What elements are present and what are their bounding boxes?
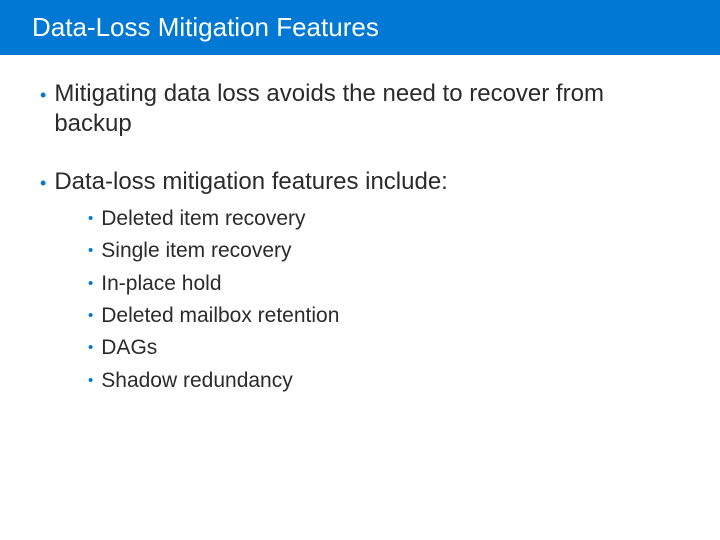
sub-bullet-item: • Deleted mailbox retention bbox=[88, 302, 680, 330]
slide-title: Data-Loss Mitigation Features bbox=[32, 12, 379, 42]
sub-bullet-item: • In-place hold bbox=[88, 270, 680, 298]
bullet-dot-icon: • bbox=[88, 372, 93, 389]
bullet-dot-icon: • bbox=[40, 173, 46, 194]
sub-bullet-item: • Deleted item recovery bbox=[88, 205, 680, 233]
bullet-dot-icon: • bbox=[40, 85, 46, 106]
sub-bullet-text: In-place hold bbox=[101, 270, 680, 298]
sub-bullet-item: • DAGs bbox=[88, 334, 680, 362]
bullet-dot-icon: • bbox=[88, 307, 93, 324]
sub-bullet-text: Deleted item recovery bbox=[101, 205, 680, 233]
bullet-text: Mitigating data loss avoids the need to … bbox=[54, 79, 680, 139]
sub-bullet-item: • Shadow redundancy bbox=[88, 367, 680, 395]
bullet-dot-icon: • bbox=[88, 275, 93, 292]
slide-content: • Mitigating data loss avoids the need t… bbox=[0, 55, 720, 423]
bullet-dot-icon: • bbox=[88, 210, 93, 227]
bullet-item: • Data-loss mitigation features include: bbox=[40, 167, 680, 197]
sub-bullet-text: Shadow redundancy bbox=[101, 367, 680, 395]
bullet-text: Data-loss mitigation features include: bbox=[54, 167, 680, 197]
bullet-dot-icon: • bbox=[88, 339, 93, 356]
sub-bullet-list: • Deleted item recovery • Single item re… bbox=[88, 205, 680, 395]
sub-bullet-text: Deleted mailbox retention bbox=[101, 302, 680, 330]
bullet-dot-icon: • bbox=[88, 242, 93, 259]
bullet-item: • Mitigating data loss avoids the need t… bbox=[40, 79, 680, 139]
sub-bullet-text: Single item recovery bbox=[101, 237, 680, 265]
sub-bullet-item: • Single item recovery bbox=[88, 237, 680, 265]
slide-header: Data-Loss Mitigation Features bbox=[0, 0, 720, 55]
sub-bullet-text: DAGs bbox=[101, 334, 680, 362]
